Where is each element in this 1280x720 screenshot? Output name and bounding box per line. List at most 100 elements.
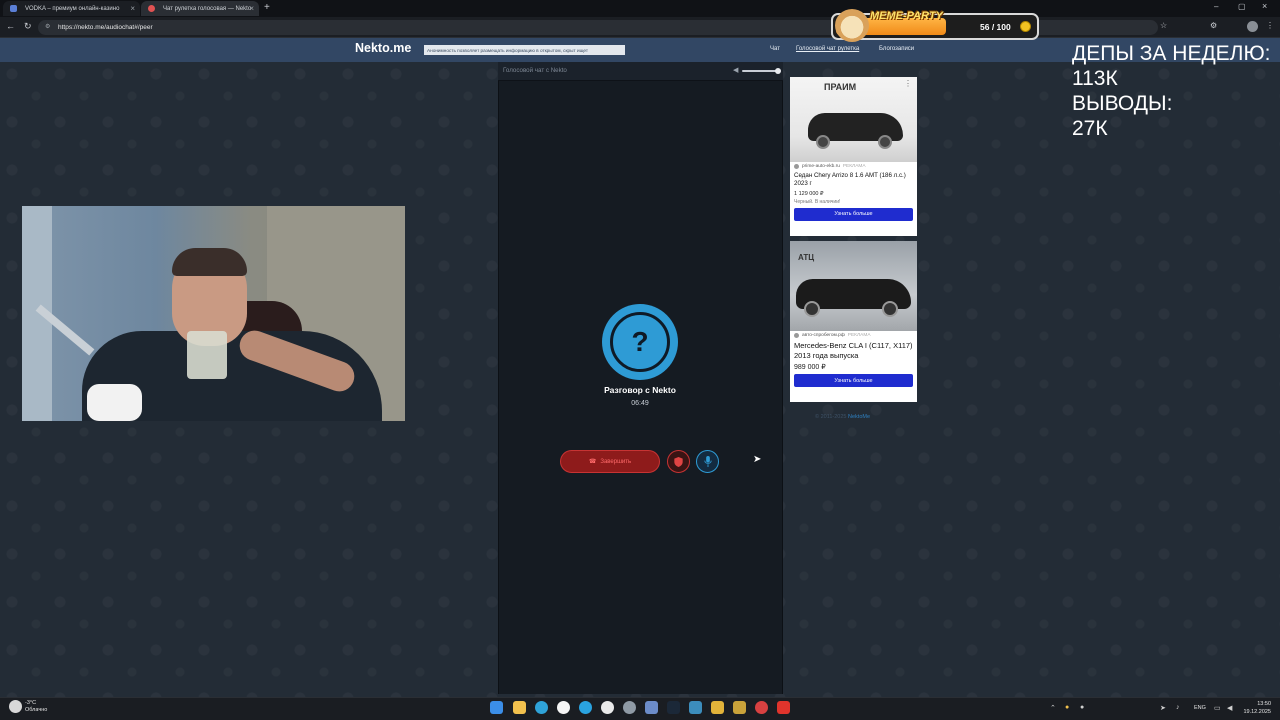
microphone-tray-icon[interactable]: ♪	[1176, 704, 1180, 711]
nav-chat[interactable]: Чат	[770, 46, 780, 52]
tray-app-icon[interactable]: ●	[1065, 704, 1069, 711]
doge-icon	[835, 9, 869, 42]
file-explorer-icon[interactable]	[513, 701, 526, 714]
app-icon[interactable]	[689, 701, 702, 714]
tray-app-icon[interactable]: ●	[1080, 704, 1084, 711]
call-timer: 06:49	[631, 400, 649, 407]
network-icon[interactable]: ▭	[1214, 704, 1221, 712]
tab-favicon-icon	[148, 5, 155, 12]
ad-source: авто-спробегом.рф РЕКЛАМА	[790, 331, 917, 340]
tab-label: Чат рулетка голосовая — Nekto	[163, 5, 252, 12]
telegram-icon[interactable]	[579, 701, 592, 714]
hangup-phone-icon: ☎	[588, 459, 597, 465]
minimize-icon[interactable]: –	[1214, 2, 1218, 11]
bookmark-icon[interactable]: ☆	[1160, 21, 1167, 30]
ad-more-icon[interactable]: ⋮	[904, 79, 912, 88]
ad-card-chery[interactable]: ПРАИМ ⋮ prime-auto-ekb.ru РЕКЛАМА Седан C…	[790, 77, 917, 236]
question-mark-icon: ?	[610, 312, 670, 372]
weather-widget[interactable]: -3°C Облачно	[25, 700, 47, 714]
ad-title: Mercedes-Benz CLA I (C117, X117) 2013 го…	[794, 341, 913, 361]
end-call-label: Завершить	[600, 458, 632, 465]
tab-vodka[interactable]: VODKA – премиум онлайн-казино ×	[3, 1, 140, 16]
yandex-icon[interactable]	[557, 701, 570, 714]
maximize-icon[interactable]: ▢	[1238, 2, 1246, 11]
app-icon[interactable]	[711, 701, 724, 714]
tab-label: VODKA – премиум онлайн-казино	[25, 5, 120, 12]
nav-voice-roulette[interactable]: Голосовой чат рулетка	[796, 46, 859, 52]
volume-tray-icon[interactable]: ◀︎	[1227, 704, 1232, 712]
url-text: https://nekto.me/audiochat#/peer	[58, 24, 153, 31]
reload-icon[interactable]: ↻	[24, 21, 32, 32]
start-icon[interactable]	[490, 701, 503, 714]
tray-chevron-icon[interactable]: ⌃	[1050, 704, 1056, 712]
telegram-tray-icon[interactable]: ➤	[1160, 704, 1166, 712]
meme-party-title: MEME-PARTY	[870, 10, 943, 22]
ad-learn-more-button[interactable]: Узнать больше	[794, 207, 913, 221]
app-icon[interactable]	[733, 701, 746, 714]
coin-icon	[1020, 21, 1031, 32]
ad-price: 1 129 000 ₽	[794, 190, 824, 197]
report-button[interactable]	[667, 450, 690, 473]
taskbar-clock[interactable]: 13:50 19.12.2025	[1241, 700, 1271, 716]
voice-chat-title: Голосовой чат с Nekto	[503, 67, 567, 74]
ad-title: Седан Chery Arrizo 8 1.6 AMT (186 л.с.) …	[794, 172, 906, 188]
app-icon[interactable]	[601, 701, 614, 714]
volume-icon[interactable]: ◀︎	[733, 66, 738, 74]
app-icon[interactable]	[645, 701, 658, 714]
ad-brand-logo: ПРАИМ	[824, 82, 857, 92]
end-call-button[interactable]: ☎ Завершить	[560, 450, 660, 473]
conversation-title: Разговор с Nekto	[604, 385, 676, 395]
taskbar	[0, 697, 1280, 720]
nav-blog[interactable]: Блогозаписи	[879, 46, 914, 52]
ad-price: 989 000 ₽	[794, 364, 826, 372]
footer-link[interactable]: NektoMe	[848, 414, 870, 420]
webcam-feed	[22, 206, 405, 421]
microphone-button[interactable]	[696, 450, 719, 473]
clock-time: 13:50	[1257, 701, 1271, 707]
footer: © 2011-2025 NektoMe	[815, 414, 870, 420]
overlay-deposits-value: 113К	[1072, 67, 1118, 90]
mouse-cursor-icon: ➤	[753, 454, 762, 465]
overlay-withdrawals-label: ВЫВОДЫ:	[1072, 92, 1173, 115]
meme-party-count: 56 / 100	[980, 22, 1011, 32]
close-window-icon[interactable]: ×	[1262, 1, 1267, 11]
ad-note: Черный. В наличии!	[794, 198, 841, 205]
ad-source-icon	[794, 333, 799, 338]
profile-avatar[interactable]	[1247, 21, 1258, 32]
overlay-deposits-label: ДЕПЫ ЗА НЕДЕЛЮ:	[1072, 42, 1271, 65]
tab-favicon-icon	[10, 5, 17, 12]
site-logo[interactable]: Nekto.me	[355, 41, 411, 55]
back-icon[interactable]: ←	[6, 21, 15, 31]
footer-copyright: © 2011-2025	[815, 414, 847, 420]
peer-avatar: ?	[602, 304, 678, 380]
tab-nekto[interactable]: Чат рулетка голосовая — Nekto ×	[141, 1, 259, 16]
ad-brand-logo: АТЦ	[798, 253, 815, 262]
weather-condition: Облачно	[25, 707, 48, 713]
input-language[interactable]: ENG	[1194, 705, 1206, 711]
steam-icon[interactable]	[667, 701, 680, 714]
weather-icon[interactable]	[9, 700, 22, 713]
anonymity-notice: Анонимность позволяет размещать информац…	[424, 45, 625, 55]
extensions-icon[interactable]: ⚙	[1210, 21, 1217, 30]
new-tab-icon[interactable]: +	[264, 2, 270, 13]
menu-icon[interactable]: ⋮	[1266, 21, 1274, 30]
ad-car-image: АТЦ	[790, 241, 917, 331]
settings-icon[interactable]	[623, 701, 636, 714]
shield-icon	[674, 456, 683, 467]
site-info-icon[interactable]: ⚙	[45, 23, 50, 30]
close-tab-icon[interactable]: ×	[249, 4, 254, 13]
ad-learn-more-button[interactable]: Узнать больше	[794, 374, 913, 388]
ad-card-mercedes[interactable]: АТЦ авто-спробегом.рф РЕКЛАМА Mercedes-Be…	[790, 241, 917, 402]
microphone-icon	[703, 456, 712, 467]
stream-overlay: ДЕПЫ ЗА НЕДЕЛЮ: 113К ВЫВОДЫ: 27К	[1072, 41, 1271, 141]
ad-source-icon	[794, 164, 799, 169]
app-icon[interactable]	[755, 701, 768, 714]
volume-slider-handle[interactable]	[775, 68, 781, 74]
app-icon[interactable]	[777, 701, 790, 714]
ad-source: prime-auto-ekb.ru РЕКЛАМА	[790, 162, 917, 171]
edge-icon[interactable]	[535, 701, 548, 714]
close-tab-icon[interactable]: ×	[130, 4, 135, 13]
clock-date: 19.12.2025	[1243, 709, 1271, 715]
overlay-withdrawals-value: 27К	[1072, 117, 1108, 140]
ad-car-image: ПРАИМ ⋮	[790, 77, 917, 162]
